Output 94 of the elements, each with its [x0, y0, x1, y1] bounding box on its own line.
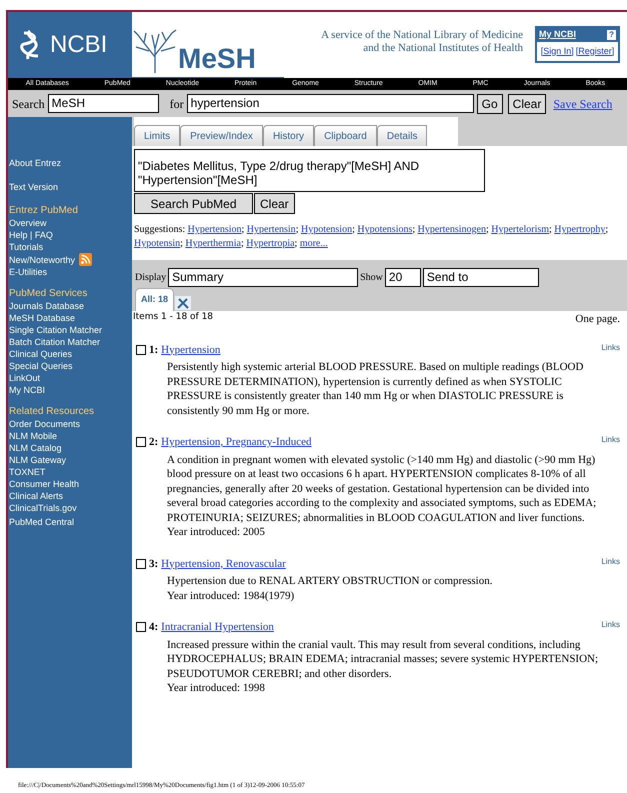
- result-title-link[interactable]: Hypertension, Pregnancy-Induced: [161, 434, 312, 450]
- suggestion-link[interactable]: Hypotension: [300, 224, 352, 235]
- tab[interactable]: History: [262, 125, 314, 146]
- suggestions-text: Suggestions: Hypertension; Hypertensin; Hypotension; Hypotensions; Hypertensinogen; Hypertelorism; Hypertrophy; Hypotensin; Hyperthermia; Hypertropia; more...: [134, 223, 610, 251]
- suggestion-link[interactable]: Hypertensinogen: [418, 224, 486, 235]
- sidebar-link[interactable]: NLM Gateway: [9, 455, 66, 465]
- service-text: A service of the National Library of Medicine: [320, 29, 523, 42]
- tab[interactable]: Clipboard: [314, 125, 377, 146]
- suggestion-link[interactable]: more...: [300, 238, 328, 249]
- result-description: Year introduced: 1984(1979): [167, 588, 296, 603]
- suggestion-link[interactable]: Hypertelorism: [491, 224, 550, 235]
- suggestion-link[interactable]: Hypertension: [188, 224, 242, 235]
- sidebar-link[interactable]: About Entrez: [9, 158, 62, 168]
- suggestion-link[interactable]: Hypertrophy: [554, 224, 606, 235]
- for-label: for: [170, 96, 184, 112]
- sidebar-link[interactable]: ClinicalTrials.gov: [9, 503, 77, 513]
- result-description: Hypertension due to RENAL ARTERY OBSTRUCTION or compression.: [167, 574, 494, 588]
- rss-icon[interactable]: [79, 253, 92, 266]
- query-button[interactable]: Search PubMed: [134, 193, 253, 214]
- sidebar-link[interactable]: My NCBI: [9, 385, 45, 395]
- sidebar-link[interactable]: Special Queries: [9, 361, 73, 371]
- show-label: Show: [360, 271, 383, 285]
- sidebar-link[interactable]: New/Noteworthy: [9, 254, 76, 266]
- suggestion-link[interactable]: Hypotensions: [357, 224, 412, 235]
- search-button[interactable]: Clear: [508, 94, 546, 114]
- sidebar-heading: PubMed Services: [9, 288, 88, 300]
- sidebar-link[interactable]: NLM Catalog: [9, 443, 62, 453]
- suggestion-link[interactable]: Hypertensin: [246, 224, 296, 235]
- suggestion-link[interactable]: Hyperthermia: [185, 238, 241, 249]
- result-description: Year introduced: 1998: [167, 681, 266, 696]
- display-select[interactable]: Summary: [168, 268, 358, 287]
- sidebar-link[interactable]: Clinical Alerts: [9, 491, 64, 501]
- result-number: 2:: [149, 435, 158, 450]
- suggestion-link[interactable]: Hypotensin: [134, 238, 180, 249]
- sidebar-link[interactable]: MeSH Database: [9, 313, 76, 323]
- links-link[interactable]: Links: [601, 342, 620, 354]
- sidebar-link[interactable]: Consumer Health: [9, 479, 80, 489]
- sidebar-link[interactable]: E-Utilities: [9, 267, 48, 277]
- sidebar-link[interactable]: Overview: [9, 218, 47, 228]
- search-label: Search: [12, 96, 45, 112]
- sidebar-link[interactable]: Batch Citation Matcher: [9, 337, 100, 347]
- query-button[interactable]: Clear: [254, 193, 295, 214]
- tab[interactable]: Preview/Index: [180, 125, 263, 146]
- tab[interactable]: Details: [376, 125, 428, 146]
- result-tab[interactable]: All: 18: [135, 288, 174, 311]
- result-description: A condition in pregnant women with elevated systolic (>140 mm Hg) and diastolic (>90 mm Hg) blood pressure on at least two occasions 6 h apart. HYPERTENSION complicates 8-10% of all pregnancies, generally after 20 weeks of gestation. Gestational hypertension can be divided into several broad categories according to the complexity and associated symptoms, such as EDEMA; PROTEINURIA; SEIZURES; abnormalities in BLOOD COAGULATION and liver functions.: [167, 452, 598, 525]
- result-number: 1:: [149, 342, 158, 358]
- result-checkbox[interactable]: [136, 344, 146, 355]
- show-select[interactable]: 20: [384, 268, 421, 287]
- sidebar-link[interactable]: Text Version: [9, 182, 58, 192]
- result-number: 3:: [149, 556, 158, 572]
- result-checkbox[interactable]: [136, 622, 146, 632]
- mesh-logo: MeSH: [178, 45, 256, 73]
- sidebar-link[interactable]: Journals Database: [9, 301, 84, 311]
- result-title-link[interactable]: Intracranial Hypertension: [161, 619, 274, 636]
- database-select[interactable]: MeSH: [48, 94, 159, 113]
- result-number: 4:: [149, 620, 158, 635]
- result-title-link[interactable]: Hypertension, Renovascular: [161, 556, 286, 572]
- sidebar-link[interactable]: Tutorials: [9, 242, 44, 252]
- items-count: Items 1 - 18 of 18: [133, 311, 214, 324]
- result-description: Year introduced: 2005: [167, 525, 266, 540]
- links-link[interactable]: Links: [601, 556, 620, 568]
- links-link[interactable]: Links: [601, 619, 620, 631]
- sidebar-link[interactable]: PubMed Central: [9, 517, 74, 527]
- my-ncbi-link[interactable]: My NCBI: [539, 28, 576, 42]
- sign-in-link[interactable]: [Sign In]: [540, 44, 574, 58]
- tab[interactable]: Limits: [134, 125, 180, 146]
- sidebar-link[interactable]: LinkOut: [9, 373, 40, 383]
- sidebar-heading: Related Resources: [9, 406, 96, 418]
- display-label: Display: [135, 271, 166, 285]
- result-checkbox[interactable]: [136, 437, 146, 448]
- sidebar-link[interactable]: Clinical Queries: [9, 349, 72, 359]
- send-to-select[interactable]: Send to: [422, 268, 539, 287]
- result-description: Increased pressure within the cranial vault. This may result from several conditions, including HYDROCEPHALUS; BRAIN EDEMA; intracranial masses; severe systemic HYPERTENSION; PSEUDOTUMOR CEREBRI; and other disorders.: [167, 638, 600, 681]
- help-icon[interactable]: ?: [607, 30, 616, 40]
- links-link[interactable]: Links: [601, 434, 620, 446]
- result-checkbox[interactable]: [136, 558, 146, 569]
- result-description: Persistently high systemic arterial BLOOD PRESSURE. Based on multiple readings (BLOOD PRESSURE DETERMINATION), hypertension is currently defined as when SYSTOLIC PRESSURE is consistently greater than 140 mm Hg or when DIASTOLIC PRESSURE is consistently 90 mm Hg or more.: [167, 360, 584, 418]
- sidebar-link[interactable]: Help | FAQ: [9, 230, 53, 240]
- save-search-link[interactable]: Save Search: [553, 94, 612, 112]
- sidebar-link[interactable]: TOXNET: [9, 467, 46, 477]
- suggestion-link[interactable]: Hypertropia: [246, 238, 295, 249]
- query-box[interactable]: "Diabetes Mellitus, Type 2/drug therapy"[MeSH] AND "Hypertension"[MeSH]: [134, 149, 485, 192]
- sidebar-link[interactable]: Single Citation Matcher: [9, 325, 102, 335]
- search-button[interactable]: Go: [476, 94, 503, 114]
- service-text: and the National Institutes of Health: [362, 42, 523, 55]
- sidebar-link[interactable]: Order Documents: [9, 419, 80, 429]
- search-field[interactable]: hypertension: [186, 94, 474, 113]
- sidebar-heading: Entrez PubMed: [9, 205, 79, 217]
- sidebar-link[interactable]: NLM Mobile: [9, 431, 58, 441]
- ncbi-logo: NCBI: [50, 30, 108, 60]
- result-title-link[interactable]: Hypertension: [161, 342, 220, 358]
- page-text: One page.: [575, 312, 620, 327]
- register-link[interactable]: [Register]: [576, 44, 614, 58]
